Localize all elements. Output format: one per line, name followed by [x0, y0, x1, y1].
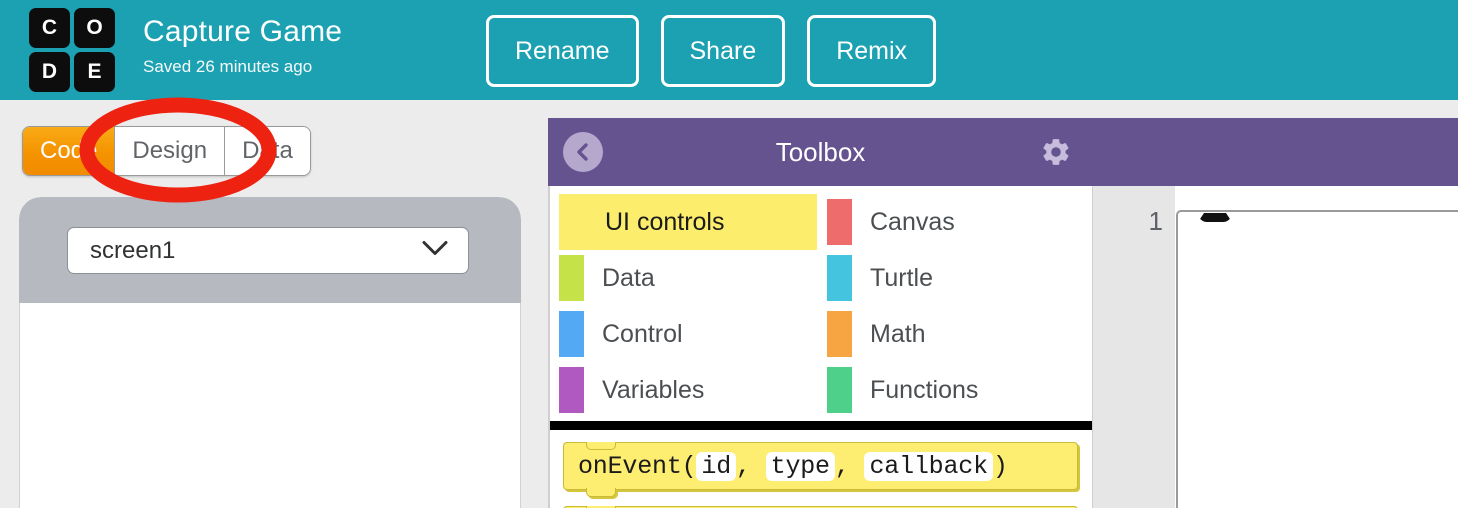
code-editor-panel: 1	[1093, 118, 1458, 508]
line-number: 1	[1149, 206, 1163, 237]
category-canvas[interactable]: Canvas	[827, 194, 1092, 250]
category-color-swatch	[827, 199, 852, 245]
block-notch-icon	[586, 488, 616, 497]
editor-gutter: 1	[1093, 186, 1175, 508]
gear-icon[interactable]	[1040, 136, 1072, 168]
save-status: Saved 26 minutes ago	[143, 56, 342, 78]
tab-data[interactable]: Data	[225, 127, 310, 175]
toolbox-divider	[550, 421, 1092, 430]
screen-select-value: screen1	[90, 237, 175, 265]
header-actions: Rename Share Remix	[486, 15, 936, 87]
category-label: Data	[602, 264, 655, 293]
category-color-swatch	[559, 255, 584, 301]
view-tabs: Code Design Data	[22, 126, 311, 176]
phone-toolbar: screen1	[19, 197, 521, 303]
category-color-swatch	[827, 255, 852, 301]
app-root: C O D E Capture Game Saved 26 minutes ag…	[0, 0, 1458, 508]
app-preview-phone: screen1	[19, 197, 521, 508]
toolbox-title: Toolbox	[776, 137, 866, 168]
logo-letter-e: E	[74, 52, 115, 92]
app-header: C O D E Capture Game Saved 26 minutes ag…	[0, 0, 1458, 100]
remix-button[interactable]: Remix	[807, 15, 936, 87]
block-separator: ,	[736, 452, 766, 481]
code-org-logo[interactable]: C O D E	[29, 8, 115, 92]
phone-screen-canvas[interactable]	[19, 303, 521, 508]
block-notch-icon	[1198, 209, 1232, 222]
category-label: Canvas	[870, 208, 955, 237]
rename-button[interactable]: Rename	[486, 15, 639, 87]
project-info: Capture Game Saved 26 minutes ago	[143, 14, 342, 78]
category-label: Functions	[870, 376, 978, 405]
toolbox-panel: Toolbox UI controls Canvas Data	[548, 118, 1093, 508]
category-ui-controls[interactable]: UI controls	[559, 194, 817, 250]
category-math[interactable]: Math	[827, 306, 1092, 362]
category-label: Variables	[602, 376, 704, 405]
category-label: UI controls	[605, 208, 724, 237]
block-field-id[interactable]: id	[696, 452, 736, 481]
category-data[interactable]: Data	[559, 250, 827, 306]
toolbox-body: UI controls Canvas Data Turtle Control	[548, 186, 1093, 508]
block-separator: ,	[835, 452, 865, 481]
chevron-down-icon	[421, 239, 449, 262]
block-field-type[interactable]: type	[766, 452, 835, 481]
category-color-swatch	[559, 311, 584, 357]
share-button[interactable]: Share	[661, 15, 786, 87]
category-label: Control	[602, 320, 683, 349]
block-notch-icon	[586, 442, 616, 450]
page-title: Capture Game	[143, 14, 342, 50]
logo-letter-o: O	[74, 8, 115, 48]
toolbox-categories: UI controls Canvas Data Turtle Control	[550, 186, 1092, 418]
block-text: onEvent(id, type, callback)	[564, 452, 1008, 481]
category-variables[interactable]: Variables	[559, 362, 827, 418]
editor-header	[1093, 118, 1458, 186]
workspace-block[interactable]	[1176, 210, 1458, 508]
toolbox-blocks: onEvent(id, type, callback)	[550, 430, 1092, 508]
screen-select[interactable]: screen1	[67, 227, 469, 274]
editor-body[interactable]: 1	[1093, 186, 1458, 508]
block-prefix: onEvent(	[578, 452, 696, 481]
logo-letter-c: C	[29, 8, 70, 48]
category-control[interactable]: Control	[559, 306, 827, 362]
category-color-swatch	[559, 367, 584, 413]
block-field-callback[interactable]: callback	[864, 452, 992, 481]
tab-code[interactable]: Code	[23, 127, 115, 175]
category-label: Math	[870, 320, 926, 349]
category-label: Turtle	[870, 264, 933, 293]
toolbox-header: Toolbox	[548, 118, 1093, 186]
block-suffix: )	[993, 452, 1008, 481]
block-onevent[interactable]: onEvent(id, type, callback)	[563, 442, 1078, 490]
category-color-swatch	[827, 367, 852, 413]
tab-design[interactable]: Design	[115, 127, 225, 175]
category-color-swatch	[827, 311, 852, 357]
chevron-left-icon[interactable]	[563, 132, 603, 172]
logo-letter-d: D	[29, 52, 70, 92]
category-turtle[interactable]: Turtle	[827, 250, 1092, 306]
category-functions[interactable]: Functions	[827, 362, 1092, 418]
